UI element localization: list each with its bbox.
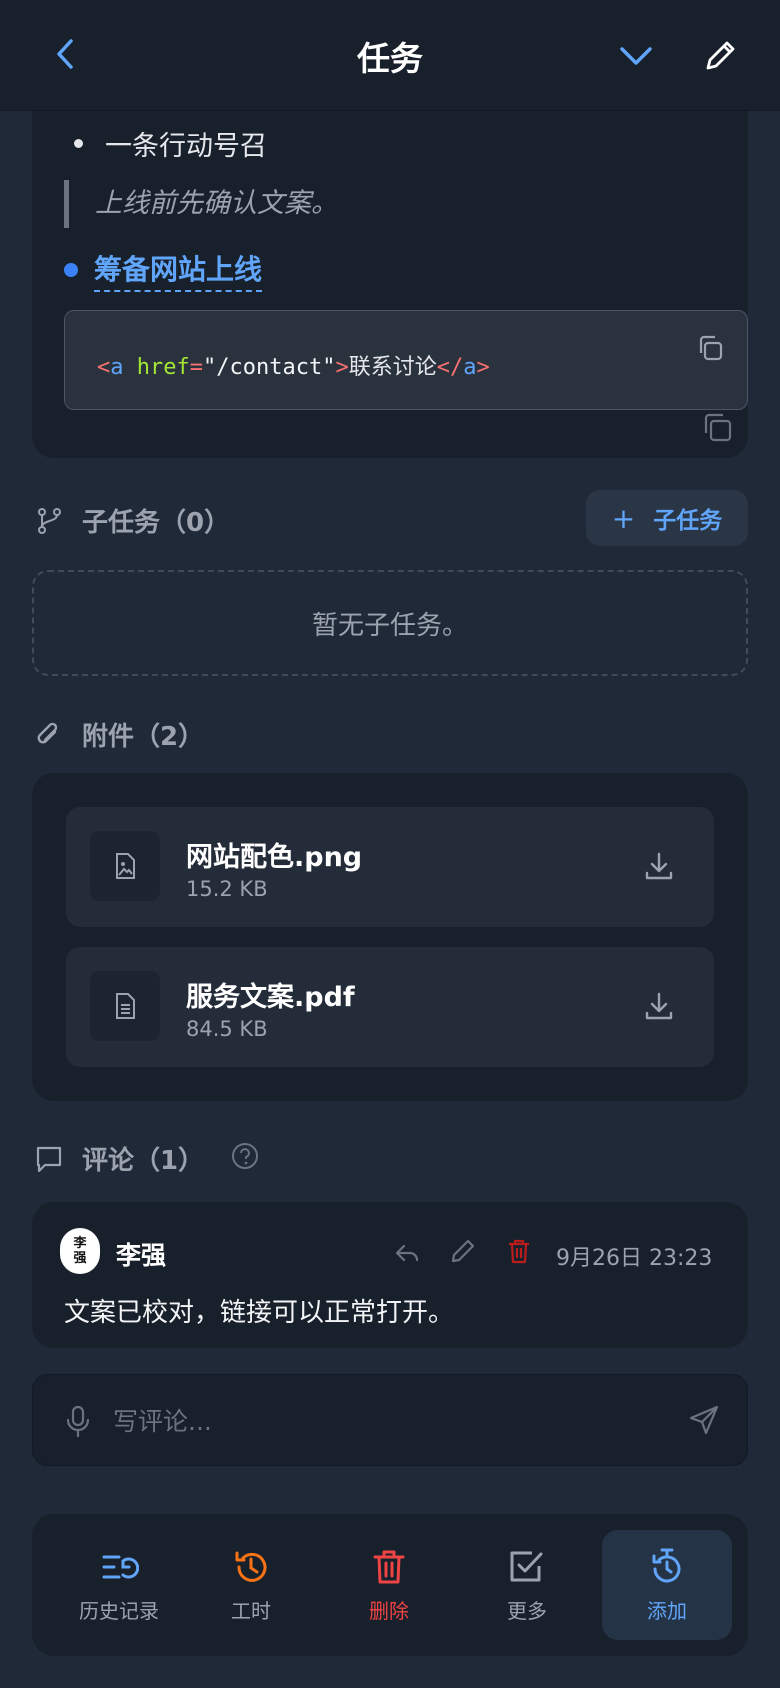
download-icon[interactable] xyxy=(642,849,676,883)
edit-comment-icon[interactable] xyxy=(448,1236,478,1266)
avatar-char: 李 xyxy=(73,1236,87,1251)
bullet-item: 一条行动号召 xyxy=(74,124,267,163)
code-token: href xyxy=(136,355,190,380)
task-link-row[interactable]: 筹备网站上线 xyxy=(64,248,263,292)
section-title: 子任务（0） xyxy=(82,508,231,538)
code-token: > xyxy=(476,355,490,380)
attachment-name: 服务文案.pdf xyxy=(186,982,355,1013)
history-label: 历史记录 xyxy=(79,1598,159,1623)
code-token: a xyxy=(463,355,477,380)
comment-item: 李 强 李强 9月26日 23:23 文案已校对，链接可以正常打开。 xyxy=(32,1202,748,1348)
bullet-text: 一条行动号召 xyxy=(105,131,267,162)
status-dot xyxy=(64,263,78,277)
comment-input-box xyxy=(32,1374,748,1466)
add-button[interactable]: 添加 xyxy=(602,1530,732,1640)
timer-icon xyxy=(647,1547,687,1587)
branch-icon xyxy=(34,506,64,536)
attachments-card: 网站配色.png 15.2 KB 服务文案.pdf 84.5 KB xyxy=(32,773,748,1101)
bullet-dot xyxy=(74,139,83,148)
add-subtask-button[interactable]: + 子任务 xyxy=(586,490,748,546)
help-icon[interactable] xyxy=(230,1141,260,1171)
worklog-button[interactable]: 工时 xyxy=(186,1530,316,1640)
attachment-item[interactable]: 服务文案.pdf 84.5 KB xyxy=(66,947,714,1067)
subtasks-header: 子任务（0） xyxy=(34,502,230,539)
attachment-name: 网站配色.png xyxy=(186,842,363,873)
more-label: 更多 xyxy=(507,1598,547,1623)
top-bar: 任务 xyxy=(0,0,780,111)
task-link[interactable]: 筹备网站上线 xyxy=(94,248,263,292)
document-file-icon xyxy=(90,971,160,1041)
code-token: a xyxy=(110,355,124,380)
comment-icon xyxy=(34,1144,64,1174)
chevron-down-icon[interactable] xyxy=(616,38,656,74)
trash-icon xyxy=(369,1547,409,1587)
avatar-char: 强 xyxy=(73,1251,87,1266)
empty-subtasks: 暂无子任务。 xyxy=(32,570,748,676)
add-subtask-label: 子任务 xyxy=(653,508,723,534)
blockquote: 上线前先确认文案。 xyxy=(64,180,338,228)
download-icon[interactable] xyxy=(642,989,676,1023)
attachments-header: 附件（2） xyxy=(34,716,204,753)
worklog-label: 工时 xyxy=(231,1598,271,1623)
description-card: 一条行动号召 上线前先确认文案。 筹备网站上线 <a href="/contac… xyxy=(32,60,748,458)
clock-history-icon xyxy=(231,1547,271,1587)
code-token: </ xyxy=(436,355,464,380)
send-icon[interactable] xyxy=(687,1403,721,1437)
image-file-icon xyxy=(90,831,160,901)
code-token: > xyxy=(335,355,349,380)
code-line: <a href="/contact">联系讨论</a> xyxy=(97,349,490,381)
history-list-icon xyxy=(99,1547,139,1587)
code-token: 联系讨论 xyxy=(348,355,437,380)
copy-icon[interactable] xyxy=(700,410,734,444)
code-token: "/contact" xyxy=(202,355,336,380)
delete-label: 删除 xyxy=(369,1598,409,1623)
page-title: 任务 xyxy=(357,39,423,78)
microphone-icon[interactable] xyxy=(61,1403,95,1439)
attachment-size: 15.2 KB xyxy=(186,877,268,901)
copy-code-icon[interactable] xyxy=(695,333,725,363)
delete-comment-icon[interactable] xyxy=(504,1236,534,1266)
checkbox-icon xyxy=(507,1547,547,1587)
delete-button[interactable]: 删除 xyxy=(324,1530,454,1640)
comment-time: 9月26日 23:23 xyxy=(556,1246,713,1271)
section-title: 附件（2） xyxy=(82,722,205,752)
comment-text: 文案已校对，链接可以正常打开。 xyxy=(64,1298,455,1328)
avatar: 李 强 xyxy=(60,1228,100,1274)
plus-icon: + xyxy=(611,501,636,535)
code-token: < xyxy=(97,355,111,380)
paperclip-icon xyxy=(34,720,64,750)
reply-icon[interactable] xyxy=(392,1238,422,1268)
comment-input[interactable] xyxy=(113,1397,613,1445)
add-label: 添加 xyxy=(647,1598,687,1623)
comment-author: 李强 xyxy=(116,1241,167,1270)
code-token: = xyxy=(189,355,203,380)
bottom-action-bar: 历史记录 工时 删除 更多 添加 xyxy=(32,1514,748,1656)
history-button[interactable]: 历史记录 xyxy=(54,1530,184,1640)
more-button[interactable]: 更多 xyxy=(462,1530,592,1640)
section-title: 评论（1） xyxy=(82,1146,205,1176)
pencil-icon[interactable] xyxy=(700,36,740,76)
comments-header: 评论（1） xyxy=(34,1140,204,1177)
code-block: <a href="/contact">联系讨论</a> xyxy=(64,310,748,410)
attachment-size: 84.5 KB xyxy=(186,1017,268,1041)
attachment-item[interactable]: 网站配色.png 15.2 KB xyxy=(66,807,714,927)
